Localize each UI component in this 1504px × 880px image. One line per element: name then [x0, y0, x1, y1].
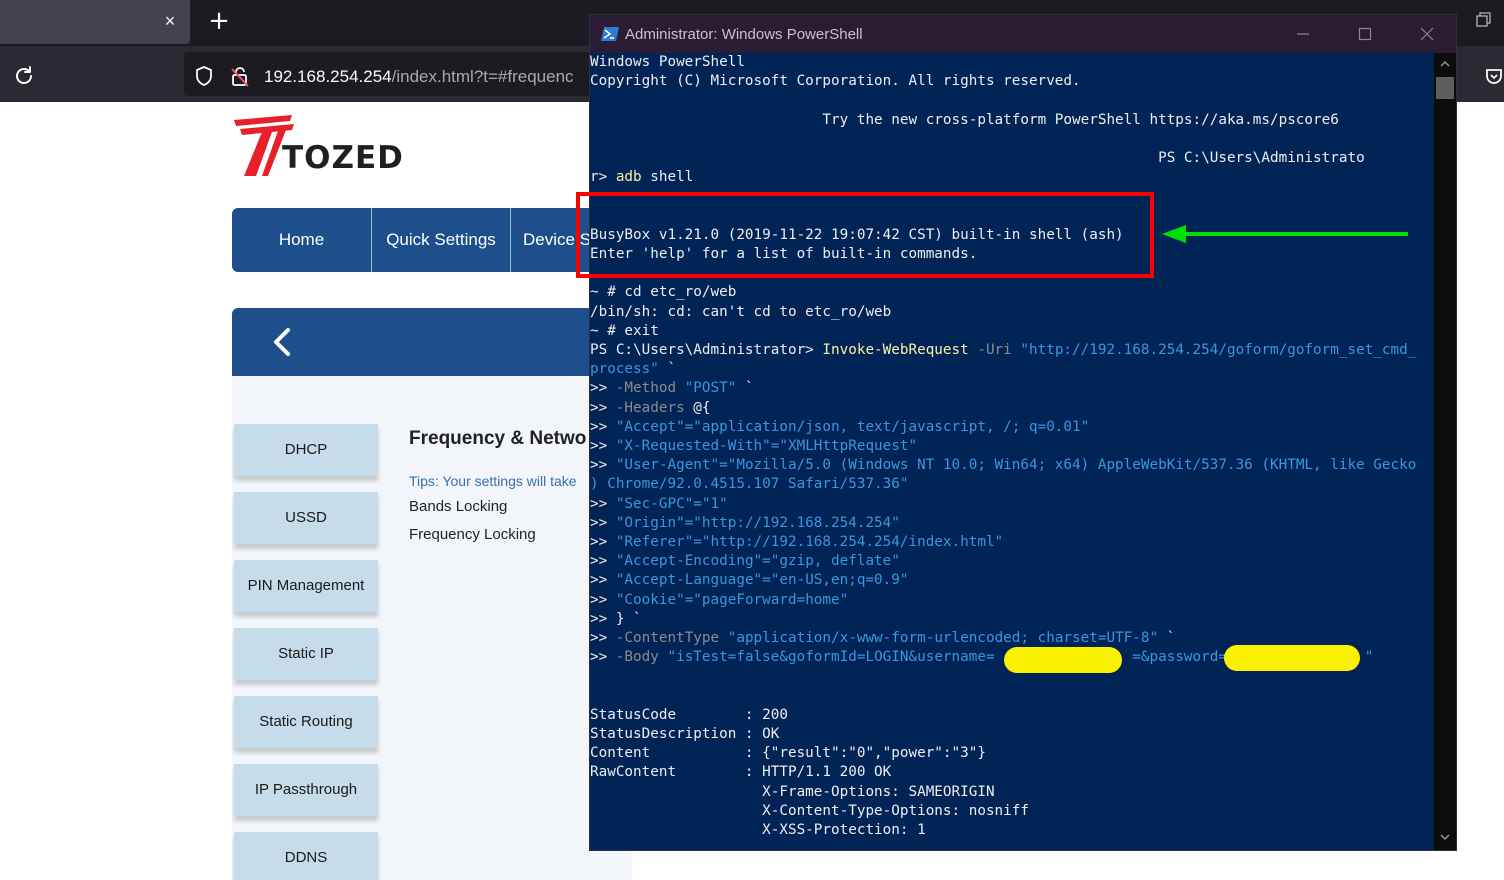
content-title: Frequency & Netwo [409, 428, 587, 449]
url-text[interactable]: 192.168.254.254/index.html?t=#frequenc [264, 67, 574, 87]
pocket-icon[interactable] [1484, 66, 1504, 86]
console-line: X-XSS-Protection: 1 [590, 822, 926, 838]
console-line: ~ # exit [590, 322, 659, 339]
console-line: Windows PowerShell [590, 54, 745, 70]
main-nav: Home Quick Settings Device S [232, 208, 632, 272]
console-line: >> "Accept-Encoding"="gzip, deflate" [590, 553, 900, 570]
frequency-locking-link[interactable]: Frequency Locking [409, 526, 536, 543]
console-line: PS C:\Users\Administrato [590, 150, 1365, 166]
url-path: /index.html?t=#frequenc [391, 67, 574, 86]
console-line: >> "User-Agent"="Mozilla/5.0 (Windows NT… [590, 457, 1417, 474]
chevron-left-icon[interactable] [270, 326, 294, 358]
bands-locking-link[interactable]: Bands Locking [409, 498, 507, 515]
scroll-down-icon[interactable] [1440, 832, 1450, 842]
sidebar-item-ussd[interactable]: USSD [234, 492, 378, 544]
shield-icon[interactable] [194, 65, 214, 87]
new-tab-button[interactable]: + [206, 6, 232, 36]
console-line: Content : {"result":"0","power":"3"} [590, 745, 986, 762]
console-line: /bin/sh: cd: can't cd to etc_ro/web [590, 303, 892, 320]
scroll-up-icon[interactable] [1440, 59, 1450, 69]
nav-quick-settings[interactable]: Quick Settings [372, 208, 511, 272]
console-line: Try the new cross-platform PowerShell ht… [590, 111, 1339, 128]
nav-home[interactable]: Home [232, 208, 372, 272]
console-line: r> adb shell [590, 169, 694, 186]
close-icon[interactable] [1418, 25, 1436, 43]
console-line: >> "Sec-GPC"="1" [590, 495, 728, 512]
sidebar-item-pin-management[interactable]: PIN Management [234, 560, 378, 612]
sidebar-item-static-ip[interactable]: Static IP [234, 628, 378, 680]
powershell-title-bar[interactable]: Administrator: Windows PowerShell [590, 15, 1456, 53]
console-line: >> -Method "POST" ` [590, 380, 754, 397]
cmd-adb: adb [615, 169, 642, 186]
console-line: RawContent : HTTP/1.1 200 OK [590, 764, 892, 781]
reload-icon[interactable] [12, 64, 36, 88]
lock-icon[interactable] [230, 65, 250, 87]
console-output[interactable]: Windows PowerShell Copyright (C) Microso… [590, 53, 1434, 850]
console-line: >> "Origin"="http://192.168.254.254" [590, 514, 900, 531]
sidebar-item-ip-passthrough[interactable]: IP Passthrough [234, 764, 378, 816]
console-line: >> -Headers @{ [590, 399, 711, 416]
console-line: >> "Accept-Language"="en-US,en;q=0.9" [590, 572, 909, 589]
logo-text: TOZED [282, 140, 404, 176]
console-line: X-Content-Type-Options: nosniff [590, 802, 1029, 819]
browser-tab[interactable]: × [0, 0, 190, 44]
console-line: X-Frame-Options: SAMEORIGIN [590, 783, 995, 800]
section-header [232, 308, 632, 376]
console-line: >> } ` [590, 610, 642, 627]
arrow-left-icon [1162, 225, 1408, 243]
powershell-window: Administrator: Windows PowerShell Window… [589, 14, 1457, 851]
console-line: >> "Referer"="http://192.168.254.254/ind… [590, 534, 1004, 550]
console-scrollbar[interactable] [1434, 53, 1456, 850]
console-line: PS C:\Users\Administrator> Invoke-WebReq… [590, 342, 1417, 358]
restore-icon[interactable] [1474, 10, 1494, 30]
settings-panel: DHCP USSD PIN Management Static IP Stati… [232, 376, 632, 880]
sidebar-item-ddns[interactable]: DDNS [234, 832, 378, 880]
scroll-thumb[interactable] [1436, 77, 1454, 99]
console-line: >> -ContentType "application/x-www-form-… [590, 630, 1176, 646]
username-redaction [1004, 647, 1122, 673]
url-host: 192.168.254.254 [264, 67, 392, 86]
console-line: >> "Accept"="application/json, text/java… [590, 418, 1090, 435]
console-line: process" ` [590, 361, 677, 378]
password-redaction [1224, 645, 1360, 671]
console-line: Copyright (C) Microsoft Corporation. All… [590, 73, 1081, 90]
minimize-icon[interactable] [1294, 25, 1312, 43]
console-line: >> "Cookie"="pageForward=home" [590, 591, 849, 608]
console-line: StatusDescription : OK [590, 726, 780, 742]
console-line: ) Chrome/92.0.4515.107 Safari/537.36" [590, 476, 909, 493]
console-line: ~ # cd etc_ro/web [590, 284, 737, 301]
content-tips: Tips: Your settings will take [409, 473, 577, 489]
powershell-title: Administrator: Windows PowerShell [625, 26, 863, 43]
close-tab-icon[interactable]: × [160, 10, 180, 32]
sidebar-item-static-routing[interactable]: Static Routing [234, 696, 378, 748]
console-line: StatusCode : 200 [590, 706, 788, 723]
console-line: >> "X-Requested-With"="XMLHttpRequest" [590, 438, 918, 454]
sidebar-item-dhcp[interactable]: DHCP [234, 424, 378, 476]
powershell-icon [601, 27, 619, 41]
maximize-icon[interactable] [1356, 25, 1374, 43]
highlight-box [576, 192, 1154, 278]
